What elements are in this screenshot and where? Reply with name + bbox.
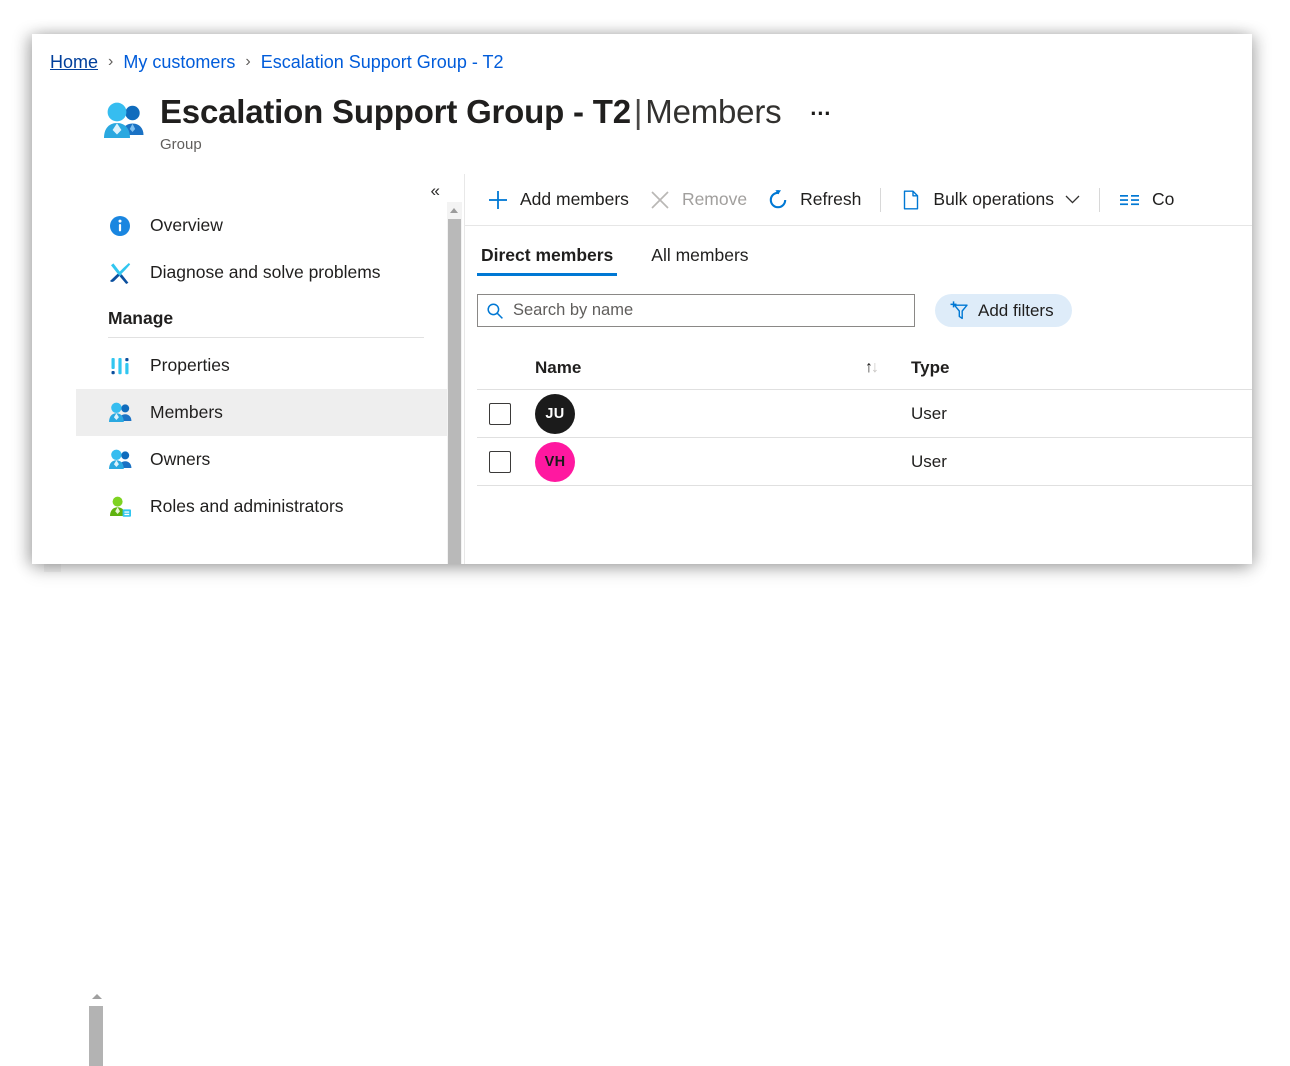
search-icon bbox=[486, 302, 504, 320]
row-type-label: User bbox=[911, 404, 947, 423]
sidebar-item-members[interactable]: Members bbox=[76, 389, 447, 436]
filter-row: Add filters bbox=[477, 294, 1072, 327]
sidebar-item-properties[interactable]: Properties bbox=[76, 342, 447, 389]
bulk-operations-button[interactable]: Bulk operations bbox=[890, 181, 1090, 219]
document-icon bbox=[900, 189, 922, 211]
sidebar: « Overview bbox=[76, 174, 465, 564]
breadcrumb-separator: › bbox=[108, 53, 113, 71]
table-row[interactable]: VH User bbox=[477, 438, 1252, 486]
scrollbar-thumb[interactable] bbox=[89, 1006, 103, 1066]
row-select-cell bbox=[477, 403, 535, 425]
column-header-type[interactable]: Type bbox=[911, 358, 1111, 378]
sidebar-item-label: Members bbox=[150, 402, 223, 423]
tab-direct-members[interactable]: Direct members bbox=[477, 245, 617, 276]
sidebar-section-divider bbox=[108, 337, 424, 338]
sidebar-item-label: Overview bbox=[150, 215, 223, 236]
column-header-name[interactable]: Name bbox=[535, 358, 865, 378]
search-input[interactable] bbox=[513, 301, 903, 320]
refresh-icon bbox=[767, 189, 789, 211]
columns-list-icon bbox=[1119, 189, 1141, 211]
tab-list: Direct members All members bbox=[477, 234, 783, 276]
add-filters-label: Add filters bbox=[978, 301, 1054, 321]
sidebar-item-overview[interactable]: Overview bbox=[76, 202, 447, 249]
add-filters-button[interactable]: Add filters bbox=[935, 294, 1072, 327]
collapse-sidebar-button[interactable]: « bbox=[431, 182, 440, 199]
avatar: JU bbox=[535, 394, 575, 434]
scroll-up-arrow-icon[interactable] bbox=[92, 994, 102, 999]
breadcrumb: Home › My customers › Escalation Support… bbox=[50, 50, 504, 74]
columns-label: Co bbox=[1152, 189, 1174, 210]
sidebar-section-header: Manage bbox=[76, 308, 464, 329]
add-members-button[interactable]: Add members bbox=[477, 181, 639, 219]
row-type-cell: User bbox=[911, 404, 1111, 424]
add-filter-icon bbox=[949, 301, 969, 321]
tab-all-members[interactable]: All members bbox=[647, 245, 752, 276]
page-header: Escalation Support Group - T2|Members … G… bbox=[102, 88, 833, 153]
scroll-up-arrow-icon[interactable] bbox=[450, 208, 458, 213]
sidebar-item-diagnose[interactable]: Diagnose and solve problems bbox=[76, 249, 447, 296]
command-toolbar: Add members Remove Ref bbox=[465, 174, 1252, 226]
page-subtitle: Group bbox=[160, 136, 833, 153]
columns-button[interactable]: Co bbox=[1109, 181, 1184, 219]
row-type-label: User bbox=[911, 452, 947, 471]
search-box[interactable] bbox=[477, 294, 915, 327]
row-type-cell: User bbox=[911, 452, 1111, 472]
sidebar-item-label: Diagnose and solve problems bbox=[150, 262, 381, 283]
table-header-row: Name ↑↓ Type bbox=[477, 346, 1252, 390]
sidebar-item-roles-and-administrators[interactable]: Roles and administrators bbox=[76, 483, 447, 530]
owners-people-icon bbox=[108, 448, 132, 472]
sidebar-item-label: Roles and administrators bbox=[150, 496, 344, 517]
sidebar-item-label: Owners bbox=[150, 449, 210, 470]
properties-bars-icon bbox=[108, 354, 132, 378]
refresh-label: Refresh bbox=[800, 189, 861, 210]
close-x-icon bbox=[649, 189, 671, 211]
chevron-down-icon bbox=[1065, 193, 1080, 206]
plus-icon bbox=[487, 189, 509, 211]
page-title: Escalation Support Group - T2|Members … bbox=[160, 88, 833, 132]
bulk-operations-label: Bulk operations bbox=[933, 189, 1054, 210]
row-name-cell: VH bbox=[535, 442, 865, 482]
page-title-main: Escalation Support Group - T2 bbox=[160, 93, 631, 130]
blade-panel: Home › My customers › Escalation Support… bbox=[32, 34, 1252, 564]
toolbar-divider bbox=[880, 188, 881, 212]
remove-label: Remove bbox=[682, 189, 747, 210]
column-header-name-label: Name bbox=[535, 358, 581, 378]
breadcrumb-item-group[interactable]: Escalation Support Group - T2 bbox=[261, 52, 504, 73]
info-icon bbox=[108, 214, 132, 238]
table-row[interactable]: JU User bbox=[477, 390, 1252, 438]
avatar: VH bbox=[535, 442, 575, 482]
sort-descending-icon: ↓ bbox=[871, 360, 879, 376]
more-options-button[interactable]: … bbox=[809, 88, 833, 128]
roles-person-icon bbox=[108, 495, 132, 519]
row-name-cell: JU bbox=[535, 394, 865, 434]
sidebar-item-label: Properties bbox=[150, 355, 230, 376]
toolbar-divider bbox=[1099, 188, 1100, 212]
refresh-button[interactable]: Refresh bbox=[757, 181, 871, 219]
remove-button[interactable]: Remove bbox=[639, 181, 757, 219]
sidebar-item-owners[interactable]: Owners bbox=[76, 436, 447, 483]
breadcrumb-item-home[interactable]: Home bbox=[50, 52, 98, 73]
sidebar-scrollbar-thumb[interactable] bbox=[448, 219, 461, 564]
sidebar-scrollbar[interactable] bbox=[447, 202, 462, 564]
members-people-icon bbox=[108, 401, 132, 425]
row-checkbox[interactable] bbox=[489, 403, 511, 425]
row-select-cell bbox=[477, 451, 535, 473]
sort-arrows-icon: ↑↓ bbox=[865, 360, 879, 376]
row-checkbox[interactable] bbox=[489, 451, 511, 473]
content-area: Add members Remove Ref bbox=[465, 174, 1252, 564]
breadcrumb-separator: › bbox=[245, 53, 250, 71]
page-title-separator: | bbox=[631, 93, 645, 130]
members-table: Name ↑↓ Type JU bbox=[477, 346, 1252, 486]
wrench-screwdriver-icon bbox=[108, 261, 132, 285]
sort-toggle[interactable]: ↑↓ bbox=[865, 360, 911, 376]
breadcrumb-item-my-customers[interactable]: My customers bbox=[123, 52, 235, 73]
add-members-label: Add members bbox=[520, 189, 629, 210]
column-header-type-label: Type bbox=[911, 358, 949, 377]
page-title-section: Members bbox=[645, 93, 781, 130]
group-people-icon bbox=[102, 100, 146, 142]
